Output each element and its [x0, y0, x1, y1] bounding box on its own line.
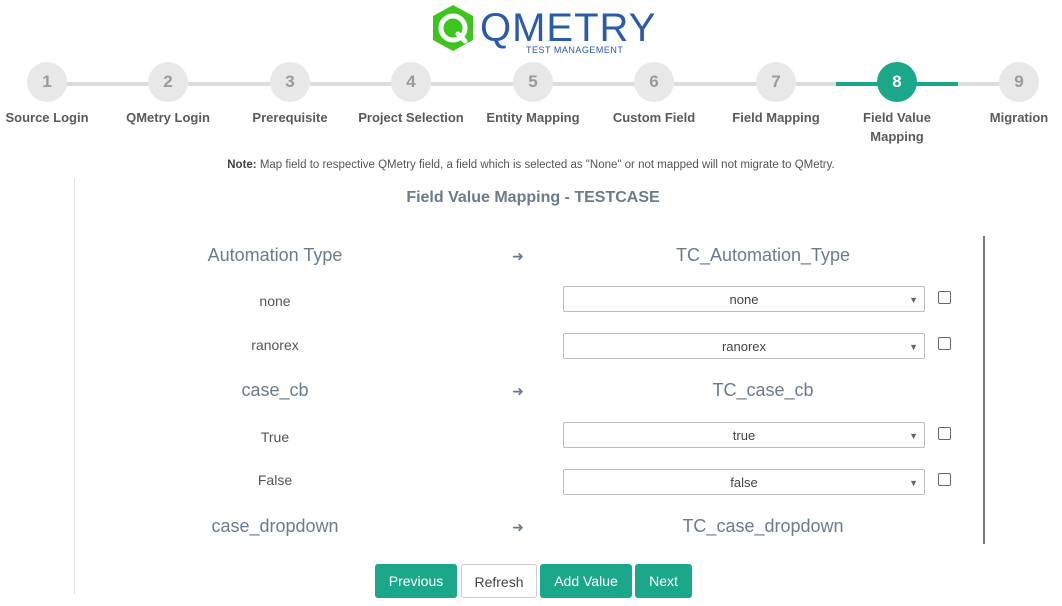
- target-field-name: TC_Automation_Type: [675, 245, 851, 265]
- target-value-select[interactable]: false ▼: [563, 469, 925, 495]
- target-field-name: TC_case_cb: [712, 380, 814, 400]
- logo-subtitle: TEST MANAGEMENT: [526, 45, 624, 55]
- add-value-button[interactable]: Add Value: [540, 564, 632, 598]
- qmetry-logo: QMETRY TEST MANAGEMENT: [428, 3, 655, 57]
- source-value: False: [257, 472, 293, 488]
- step-migration[interactable]: 9 Migration: [959, 62, 1062, 127]
- step-label: Prerequisite: [252, 110, 328, 125]
- step-number: 4: [391, 62, 431, 102]
- step-number: 7: [756, 62, 796, 102]
- source-value: True: [260, 429, 290, 445]
- caret-down-icon: ▼: [909, 431, 918, 441]
- target-value-select[interactable]: ranorex ▼: [563, 333, 925, 359]
- arrow-right-icon: ➜: [512, 248, 524, 264]
- value-checkbox[interactable]: [938, 473, 951, 486]
- step-label: Field Mapping: [732, 110, 820, 125]
- step-label: Source Login: [5, 110, 89, 125]
- target-field-name: TC_case_dropdown: [682, 516, 844, 536]
- step-number: 6: [634, 62, 674, 102]
- mapping-note: Note: Map field to respective QMetry fie…: [0, 159, 1062, 171]
- target-value-select[interactable]: none ▼: [563, 286, 925, 312]
- field-mapping-row: case_cb ➜ TC_case_cb: [0, 380, 1062, 410]
- target-value-select[interactable]: true ▼: [563, 422, 925, 448]
- note-text: Map field to respective QMetry field, a …: [256, 159, 835, 171]
- step-number: 9: [999, 62, 1039, 102]
- step-number: 2: [148, 62, 188, 102]
- step-number: 3: [270, 62, 310, 102]
- step-project-selection[interactable]: 4 Project Selection: [351, 62, 471, 127]
- section-title: Field Value Mapping - TESTCASE: [406, 189, 660, 206]
- step-number: 8: [877, 62, 917, 102]
- select-value: ranorex: [721, 339, 767, 354]
- value-mapping-row: ranorex ranorex ▼: [0, 333, 1062, 363]
- arrow-right-icon: ➜: [512, 519, 524, 535]
- step-prerequisite[interactable]: 3 Prerequisite: [230, 62, 350, 127]
- value-mapping-row: True true ▼: [0, 422, 1062, 452]
- field-mapping-row: case_dropdown ➜ TC_case_dropdown: [0, 516, 1062, 546]
- qmetry-logo-icon: [433, 5, 473, 51]
- caret-down-icon: ▼: [909, 295, 918, 305]
- arrow-right-icon: ➜: [512, 383, 524, 399]
- next-button[interactable]: Next: [635, 564, 692, 598]
- field-mapping-row: Automation Type ➜ TC_Automation_Type: [0, 245, 1062, 275]
- step-field-mapping[interactable]: 7 Field Mapping: [716, 62, 836, 127]
- select-value: false: [730, 475, 758, 490]
- refresh-button[interactable]: Refresh: [461, 564, 537, 598]
- select-value: true: [732, 428, 756, 443]
- step-entity-mapping[interactable]: 5 Entity Mapping: [473, 62, 593, 127]
- step-label: Field Value Mapping: [863, 110, 931, 144]
- step-label: Project Selection: [358, 110, 464, 125]
- step-field-value-mapping[interactable]: 8 Field Value Mapping: [837, 62, 957, 146]
- step-qmetry-login[interactable]: 2 QMetry Login: [108, 62, 228, 127]
- step-label: QMetry Login: [126, 110, 210, 125]
- caret-down-icon: ▼: [909, 342, 918, 352]
- source-value: none: [259, 293, 291, 309]
- value-checkbox[interactable]: [938, 291, 951, 304]
- wizard-stepper: 1 Source Login 2 QMetry Login 3 Prerequi…: [0, 62, 1062, 152]
- step-label: Custom Field: [612, 110, 696, 125]
- source-field-name: case_cb: [241, 380, 309, 400]
- value-mapping-row: False false ▼: [0, 469, 1062, 499]
- step-number: 5: [513, 62, 553, 102]
- previous-button[interactable]: Previous: [375, 564, 457, 598]
- step-source-login[interactable]: 1 Source Login: [0, 62, 107, 127]
- step-number: 1: [27, 62, 67, 102]
- step-label: Entity Mapping: [486, 110, 580, 125]
- value-mapping-row: none none ▼: [0, 286, 1062, 316]
- source-field-name: case_dropdown: [211, 516, 339, 536]
- note-prefix: Note:: [227, 159, 257, 171]
- step-custom-field[interactable]: 6 Custom Field: [594, 62, 714, 127]
- source-value: ranorex: [251, 337, 299, 353]
- logo-wordmark: QMETRY: [480, 6, 657, 50]
- select-value: none: [729, 292, 759, 307]
- value-checkbox[interactable]: [938, 337, 951, 350]
- source-field-name: Automation Type: [207, 245, 343, 265]
- step-label: Migration: [989, 110, 1049, 125]
- caret-down-icon: ▼: [909, 478, 918, 488]
- value-checkbox[interactable]: [938, 427, 951, 440]
